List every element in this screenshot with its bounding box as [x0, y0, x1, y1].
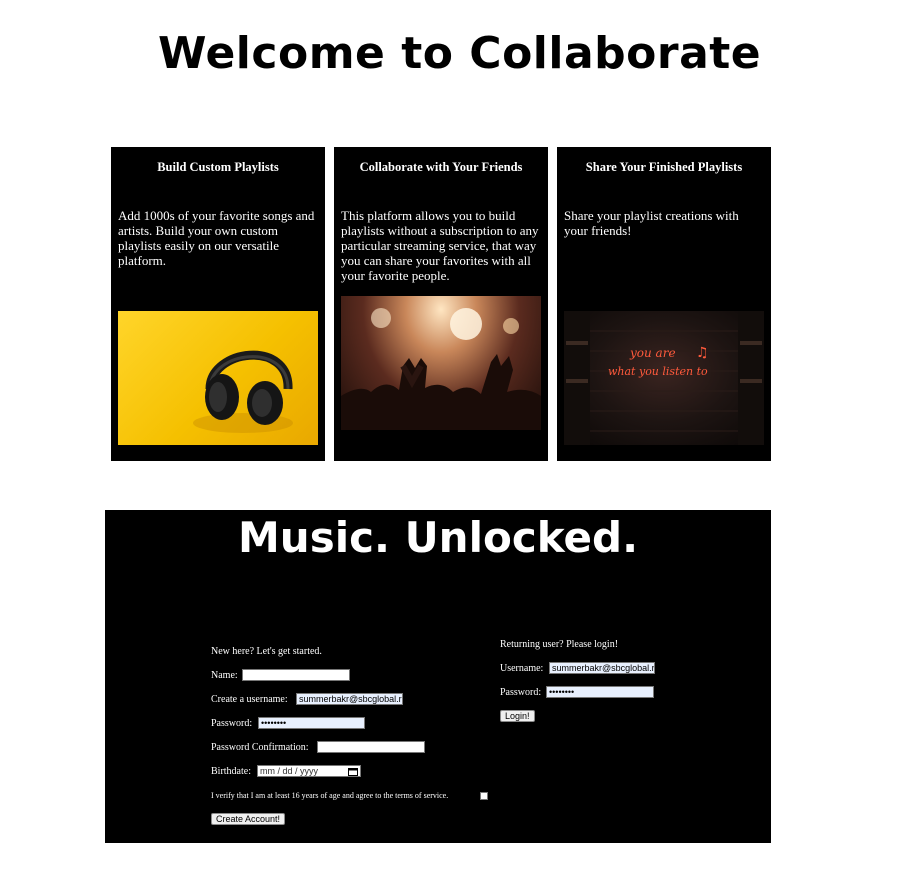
birthdate-input[interactable]: mm / dd / yyyy: [257, 765, 361, 777]
feature-title: Build Custom Playlists: [157, 160, 279, 174]
name-input[interactable]: [242, 669, 350, 681]
signup-intro: New here? Let's get started.: [211, 646, 322, 657]
feature-card-share: Share Your Finished Playlists Share your…: [557, 147, 771, 461]
create-account-button[interactable]: Create Account!: [211, 813, 286, 825]
birthdate-placeholder: mm / dd / yyyy: [260, 766, 319, 776]
auth-panel: Music. Unlocked. New here? Let's get sta…: [105, 510, 771, 843]
signup-password-label: Password:: [211, 718, 253, 729]
login-password-label: Password:: [500, 687, 542, 698]
terms-label: I verify that I am at least 16 years of …: [211, 791, 449, 800]
calendar-icon[interactable]: [348, 767, 358, 776]
feature-text: Add 1000s of your favorite songs and art…: [118, 208, 315, 268]
login-username-label: Username:: [500, 663, 544, 674]
headphones-icon: [193, 350, 293, 433]
panel-heading: Music. Unlocked.: [238, 513, 639, 562]
page-title: Welcome to Collaborate: [158, 28, 762, 79]
concert-crowd-icon: [341, 308, 541, 430]
neon-line-1: you are: [629, 346, 676, 360]
neon-sign-icon: you are ♫ what you listen to: [564, 311, 764, 445]
feature-text: This platform allows you to build playli…: [341, 208, 539, 283]
name-label: Name:: [211, 670, 238, 681]
feature-text: Share your playlist creations with your …: [564, 208, 739, 238]
feature-card-playlists: Build Custom Playlists Add 1000s of your…: [111, 147, 325, 461]
headphones-photo: [118, 311, 318, 445]
signup-password-input[interactable]: ••••••••: [258, 717, 365, 729]
neon-sign-photo: you are ♫ what you listen to: [564, 311, 764, 445]
terms-checkbox[interactable]: [480, 792, 488, 800]
birthdate-label: Birthdate:: [211, 766, 251, 777]
signup-username-label: Create a username:: [211, 694, 288, 705]
login-username-input[interactable]: summerbakr@sbcglobal.r: [549, 662, 655, 674]
feature-card-collaborate: Collaborate with Your Friends This platf…: [334, 147, 548, 461]
password-confirmation-label: Password Confirmation:: [211, 742, 309, 753]
password-confirmation-input[interactable]: [317, 741, 425, 753]
login-intro: Returning user? Please login!: [500, 639, 619, 650]
login-button[interactable]: Login!: [500, 710, 535, 722]
login-password-input[interactable]: ••••••••: [546, 686, 654, 698]
feature-title: Share Your Finished Playlists: [585, 160, 743, 174]
music-note-icon: ♫: [696, 345, 709, 361]
concert-crowd-photo: [341, 296, 541, 430]
feature-title: Collaborate with Your Friends: [359, 160, 523, 174]
neon-line-2: what you listen to: [608, 365, 708, 378]
signup-username-input[interactable]: summerbakr@sbcglobal.r: [296, 693, 403, 705]
